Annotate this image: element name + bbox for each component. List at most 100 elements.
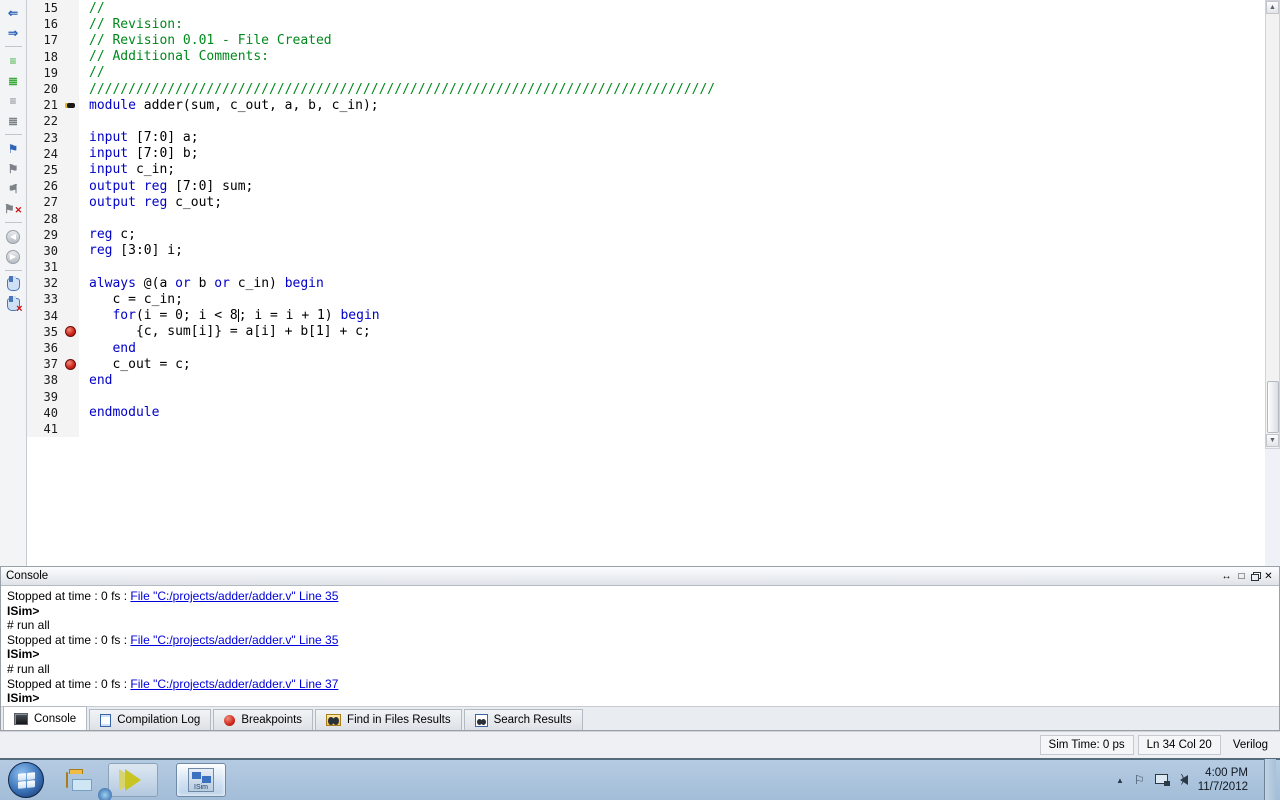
code-line-19[interactable]: 19// (27, 65, 1265, 81)
console-source-link[interactable]: File "C:/projects/adder/adder.v" Line 35 (130, 589, 338, 603)
line-marker-gutter[interactable] (61, 291, 79, 307)
code-line-30[interactable]: 30reg [3:0] i; (27, 243, 1265, 259)
start-button[interactable] (8, 762, 44, 798)
isim-taskbar-button[interactable]: ISim (176, 763, 226, 797)
line-marker-gutter[interactable] (61, 146, 79, 162)
code-line-29[interactable]: 29reg c; (27, 227, 1265, 243)
code-line-41[interactable]: 41 (27, 421, 1265, 437)
indent-button[interactable]: ⇒ (4, 24, 23, 41)
line-marker-gutter[interactable] (61, 275, 79, 291)
code-line-35[interactable]: 35 {c, sum[i]} = a[i] + b[1] + c; (27, 324, 1265, 340)
console-tab-search-results[interactable]: Search Results (464, 709, 583, 730)
line-marker-gutter[interactable] (61, 162, 79, 178)
uncomment-selection-button[interactable]: ≣ (4, 112, 23, 129)
nav-forward-button[interactable]: ▶ (4, 248, 23, 265)
line-marker-gutter[interactable] (61, 49, 79, 65)
xilinx-ise-icon (125, 769, 141, 791)
line-marker-gutter[interactable] (61, 113, 79, 129)
scroll-down-arrow[interactable]: ▼ (1266, 434, 1279, 447)
panel-close-button[interactable]: ✕ (1263, 571, 1274, 582)
line-marker-gutter[interactable] (61, 178, 79, 194)
line-marker-gutter[interactable] (61, 97, 79, 113)
console-output[interactable]: Stopped at time : 0 fs : File "C:/projec… (1, 586, 1279, 706)
console-tab-console[interactable]: Console (3, 706, 87, 730)
network-icon[interactable] (1155, 774, 1170, 786)
line-marker-gutter[interactable] (61, 130, 79, 146)
code-line-40[interactable]: 40endmodule (27, 405, 1265, 421)
toggle-bookmark-button[interactable]: ⚑ (4, 140, 23, 157)
pan-button[interactable] (4, 276, 23, 293)
line-marker-gutter[interactable] (61, 227, 79, 243)
console-tab-find-in-files-results[interactable]: Find in Files Results (315, 709, 462, 730)
code-line-26[interactable]: 26output reg [7:0] sum; (27, 178, 1265, 194)
console-tab-compilation-log[interactable]: Compilation Log (89, 709, 211, 730)
code-line-16[interactable]: 16// Revision: (27, 16, 1265, 32)
prev-bookmark-button[interactable]: ⚑ (4, 180, 23, 197)
panel-restore-button[interactable] (1251, 574, 1259, 581)
code-line-39[interactable]: 39 (27, 389, 1265, 405)
code-line-24[interactable]: 24input [7:0] b; (27, 146, 1265, 162)
code-line-15[interactable]: 15// (27, 0, 1265, 16)
next-bookmark-button[interactable]: ⚑ (4, 160, 23, 177)
uncomment-lines-icon: ≡ (9, 94, 16, 108)
console-source-link[interactable]: File "C:/projects/adder/adder.v" Line 37 (130, 677, 338, 691)
line-marker-gutter[interactable] (61, 405, 79, 421)
code-line-20[interactable]: 20//////////////////////////////////////… (27, 81, 1265, 97)
console-source-link[interactable]: File "C:/projects/adder/adder.v" Line 35 (130, 633, 338, 647)
line-marker-gutter[interactable] (61, 81, 79, 97)
code-line-28[interactable]: 28 (27, 210, 1265, 226)
volume-icon[interactable] (1180, 775, 1188, 785)
line-marker-gutter[interactable] (61, 65, 79, 81)
scroll-thumb[interactable] (1267, 381, 1279, 433)
comment-lines-button[interactable]: ≡ (4, 52, 23, 69)
code-line-27[interactable]: 27output reg c_out; (27, 194, 1265, 210)
code-line-17[interactable]: 17// Revision 0.01 - File Created (27, 32, 1265, 48)
line-marker-gutter[interactable] (61, 340, 79, 356)
show-desktop-button[interactable] (1264, 759, 1276, 800)
taskbar-clock[interactable]: 4:00 PM 11/7/2012 (1198, 766, 1254, 794)
scroll-up-arrow[interactable]: ▲ (1266, 1, 1279, 14)
line-marker-gutter[interactable] (61, 16, 79, 32)
code-line-31[interactable]: 31 (27, 259, 1265, 275)
code-line-22[interactable]: 22 (27, 113, 1265, 129)
console-tab-breakpoints[interactable]: Breakpoints (213, 709, 313, 730)
line-marker-gutter[interactable] (61, 372, 79, 388)
code-line-23[interactable]: 23input [7:0] a; (27, 130, 1265, 146)
editor-vscrollbar[interactable]: ▲ ▼ (1265, 0, 1280, 449)
tray-expand-button[interactable]: ▲ (1116, 776, 1124, 785)
action-center-flag-icon[interactable]: ⚐ (1134, 773, 1145, 787)
line-marker-gutter[interactable] (61, 308, 79, 324)
console-tab-bar: ConsoleCompilation LogBreakpointsFind in… (1, 706, 1279, 730)
line-marker-gutter[interactable] (61, 259, 79, 275)
code-line-34[interactable]: 34 for(i = 0; i < 8; i = i + 1) begin (27, 308, 1265, 324)
comment-selection-button[interactable]: ≣ (4, 72, 23, 89)
ise-taskbar-button[interactable] (108, 763, 158, 797)
uncomment-lines-button[interactable]: ≡ (4, 92, 23, 109)
line-marker-gutter[interactable] (61, 243, 79, 259)
outdent-button[interactable]: ⇐ (4, 4, 23, 21)
code-line-18[interactable]: 18// Additional Comments: (27, 49, 1265, 65)
code-line-21[interactable]: 21module adder(sum, c_out, a, b, c_in); (27, 97, 1265, 113)
line-marker-gutter[interactable] (61, 421, 79, 437)
clear-bookmarks-button[interactable]: ⚑✕ (4, 200, 23, 217)
line-marker-gutter[interactable] (61, 389, 79, 405)
code-line-36[interactable]: 36 end (27, 340, 1265, 356)
panel-float-button[interactable]: ↔ (1221, 571, 1232, 582)
nav-back-button[interactable]: ◀ (4, 228, 23, 245)
code-line-37[interactable]: 37 c_out = c; (27, 356, 1265, 372)
code-line-33[interactable]: 33 c = c_in; (27, 291, 1265, 307)
breakpoint-icon[interactable] (65, 359, 76, 370)
code-line-38[interactable]: 38end (27, 372, 1265, 388)
line-marker-gutter[interactable] (61, 324, 79, 340)
line-marker-gutter[interactable] (61, 356, 79, 372)
stop-pan-button[interactable] (4, 296, 23, 313)
explorer-taskbar-button[interactable] (66, 773, 68, 787)
code-line-32[interactable]: 32always @(a or b or c_in) begin (27, 275, 1265, 291)
line-marker-gutter[interactable] (61, 210, 79, 226)
code-line-25[interactable]: 25input c_in; (27, 162, 1265, 178)
panel-maximize-button[interactable]: □ (1236, 571, 1247, 582)
breakpoint-icon[interactable] (65, 326, 76, 337)
line-marker-gutter[interactable] (61, 194, 79, 210)
line-marker-gutter[interactable] (61, 0, 79, 16)
line-marker-gutter[interactable] (61, 32, 79, 48)
